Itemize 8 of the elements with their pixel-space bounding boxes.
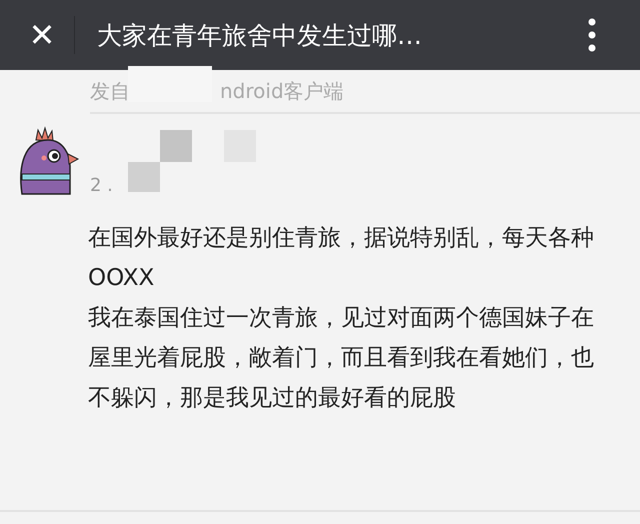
source-text: 发自 [90, 78, 130, 104]
more-icon[interactable] [588, 18, 596, 52]
close-button[interactable]: ✕ [10, 16, 74, 54]
comment-text: 我在泰国住过一次青旅，见过对面两个德国妹子在屋里光着屁股，敞着门，而且看到我在看她们，也不躲闪，那是我见过的最好看的屁股 [88, 304, 595, 413]
source-text: ndroid客户端 [220, 78, 344, 104]
comment-meta: 2 . [90, 175, 113, 196]
comment-text: 在国外最好还是别住青旅，据说特别乱，每天各种OOXX [88, 224, 595, 293]
page-title: 大家在青年旅舍中发生过哪… [97, 20, 423, 52]
